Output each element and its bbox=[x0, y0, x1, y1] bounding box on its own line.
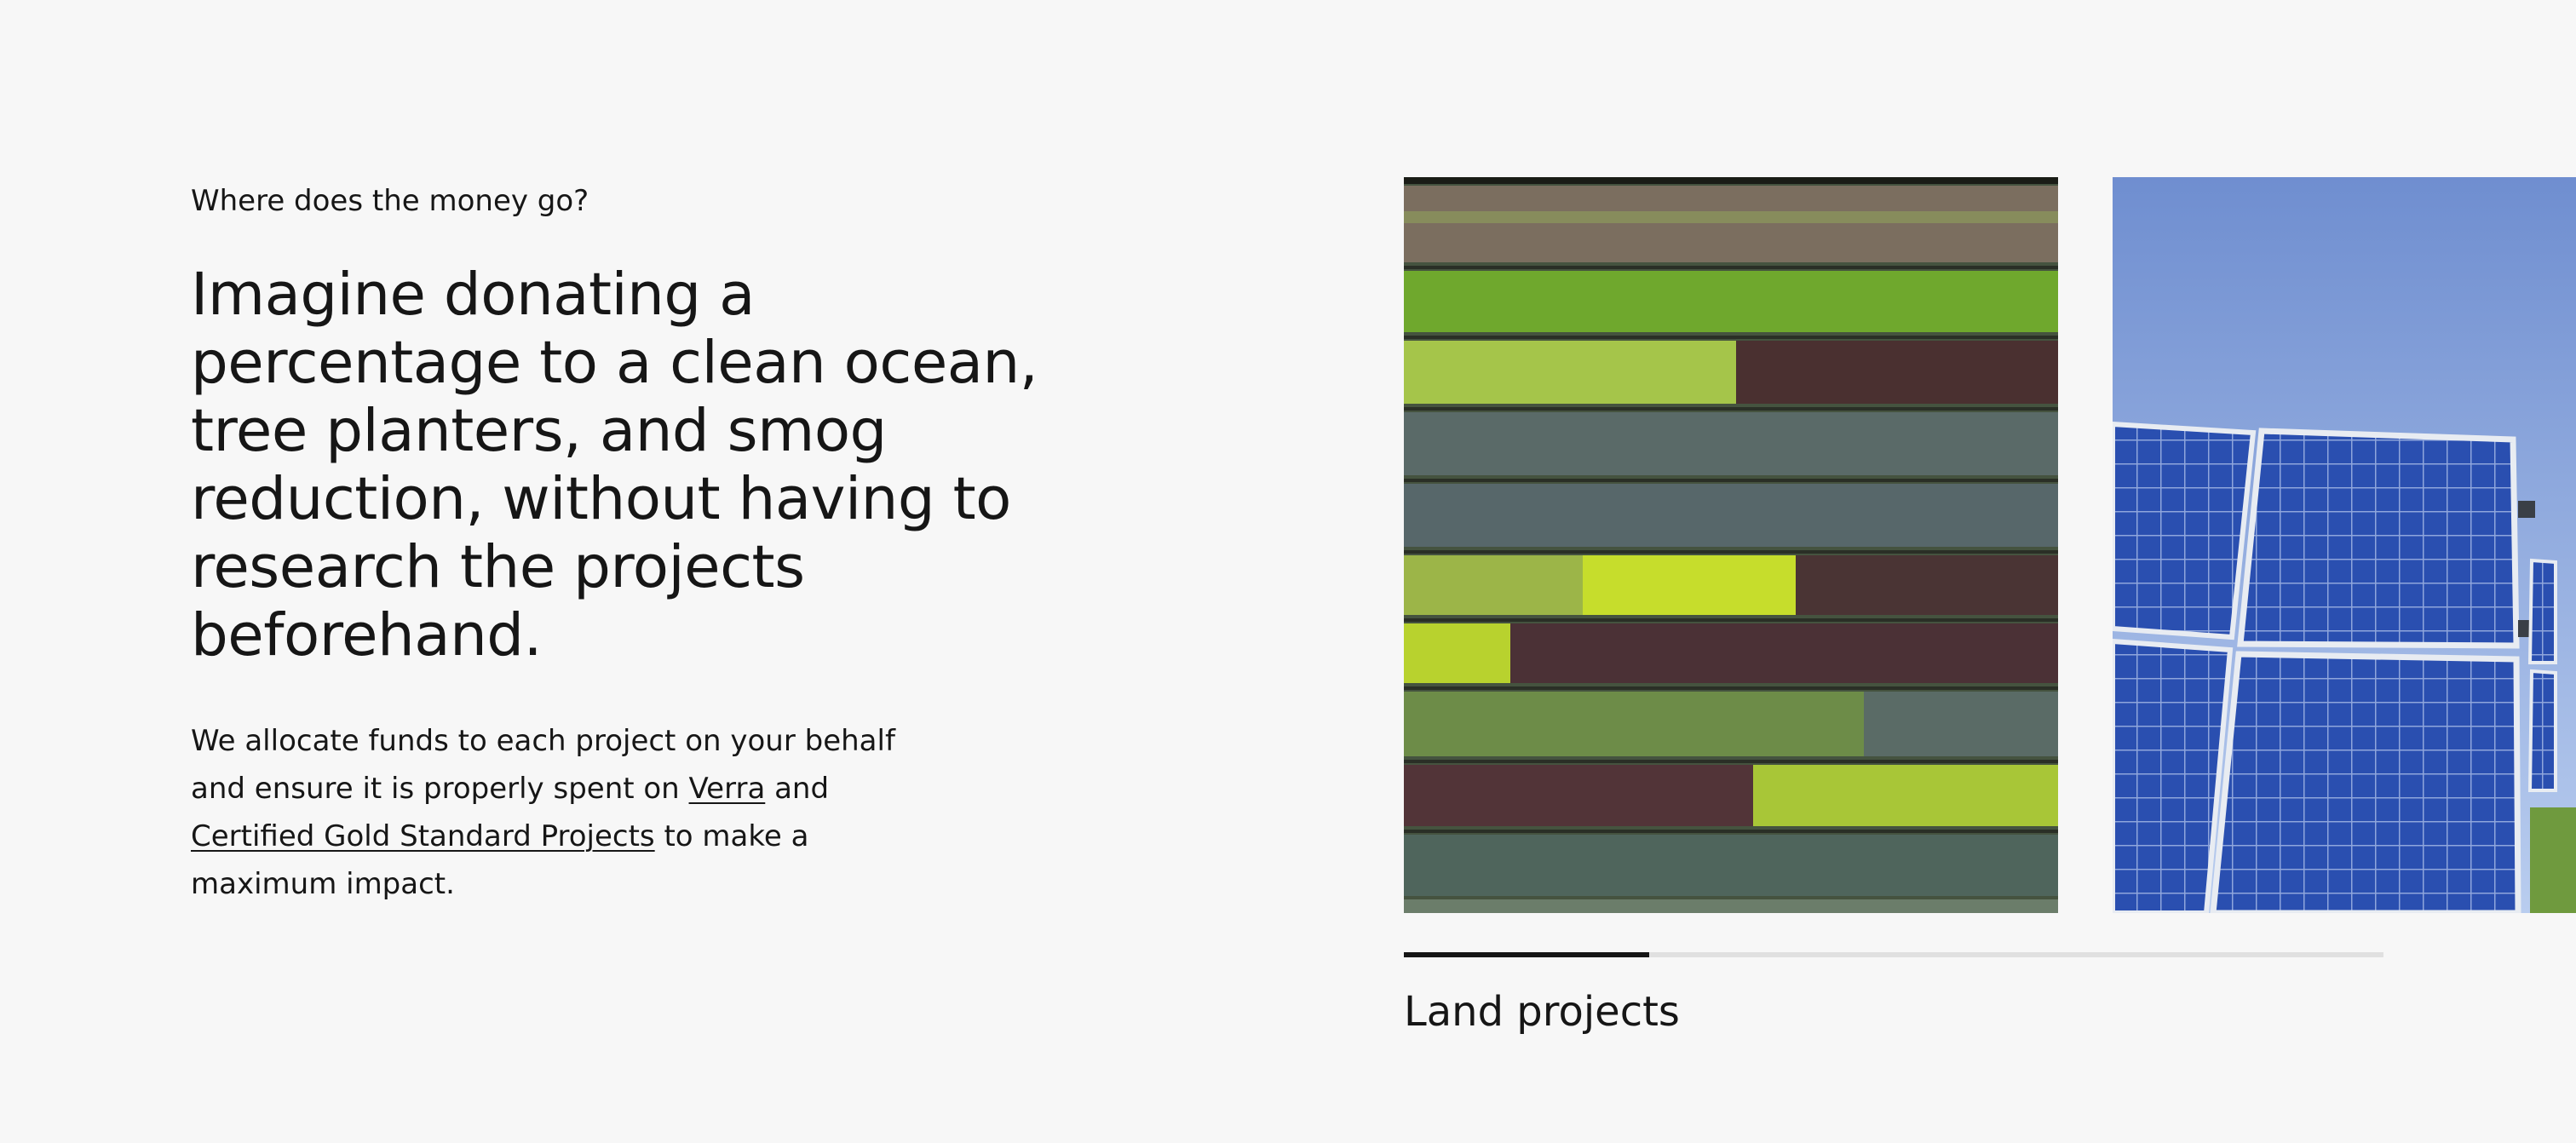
gold-standard-link[interactable]: Certified Gold Standard Projects bbox=[191, 819, 655, 853]
solar-panels-image bbox=[2113, 177, 2576, 913]
aerial-crop-rows-image bbox=[1404, 177, 2058, 913]
section-body: We allocate funds to each project on you… bbox=[191, 717, 940, 908]
carousel-caption: Land projects bbox=[1404, 988, 1680, 1036]
carousel-progress-fill bbox=[1404, 952, 1649, 957]
money-section: Where does the money go? Imagine donatin… bbox=[191, 182, 1043, 908]
verra-link[interactable]: Verra bbox=[689, 772, 766, 806]
carousel-slide-land[interactable] bbox=[1404, 177, 2058, 913]
carousel-progress-bar bbox=[1404, 952, 2383, 957]
carousel-slide-solar[interactable] bbox=[2113, 177, 2576, 913]
section-headline: Imagine donating a percentage to a clean… bbox=[191, 261, 1038, 669]
project-carousel[interactable] bbox=[1404, 177, 2576, 913]
section-eyebrow: Where does the money go? bbox=[191, 184, 589, 218]
body-text-between: and bbox=[765, 772, 830, 806]
